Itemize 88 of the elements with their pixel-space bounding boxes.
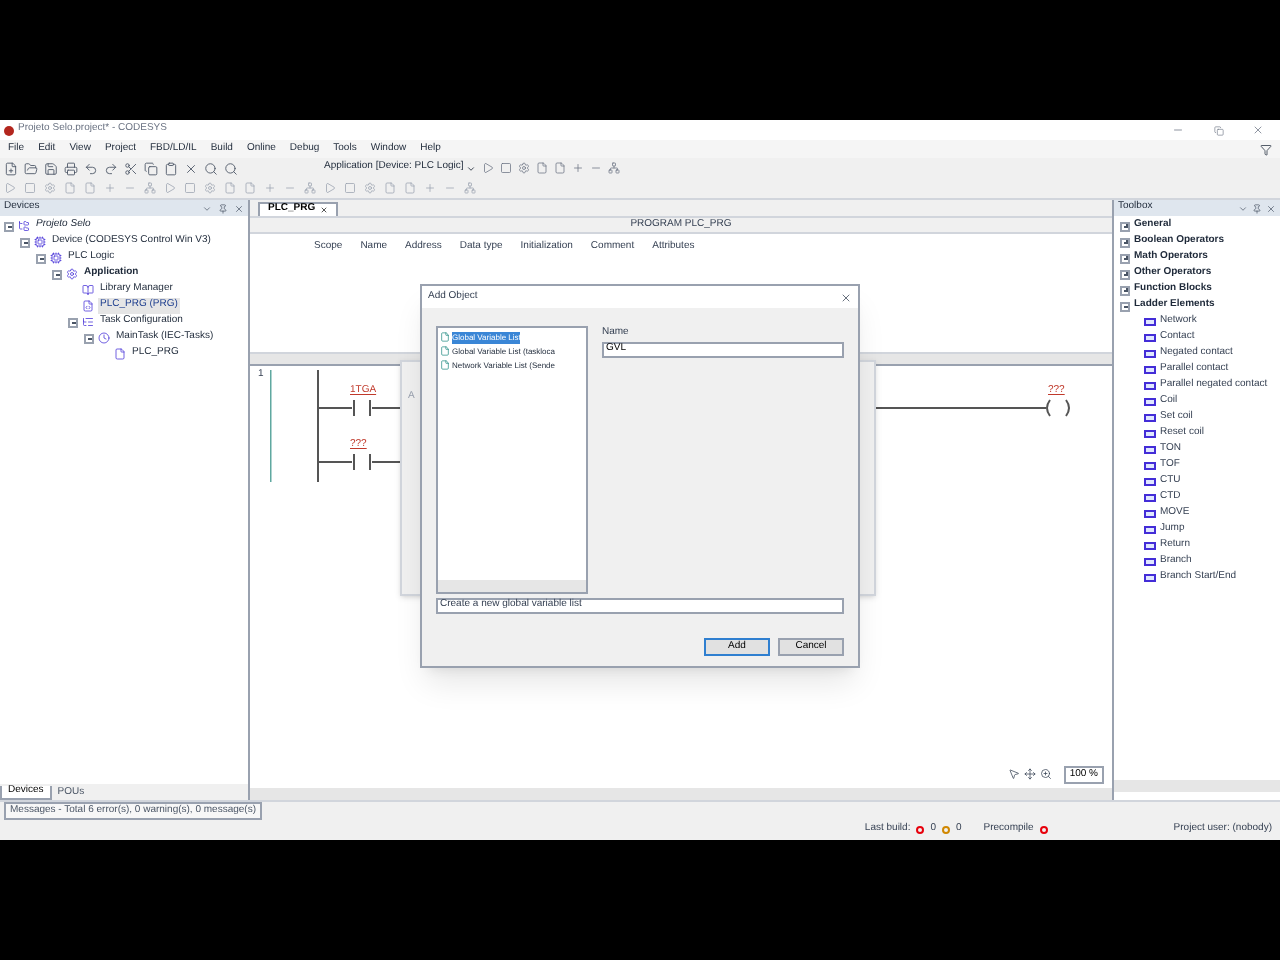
app-icon (4, 125, 14, 135)
copy-icon (144, 161, 158, 175)
gear-icon (44, 182, 56, 194)
file-icon (224, 182, 236, 194)
gear-icon (517, 162, 530, 174)
gear-icon (66, 268, 78, 280)
play-icon (481, 162, 494, 174)
close-icon (1252, 124, 1264, 136)
minimize-icon (1172, 124, 1184, 136)
expand-icon[interactable] (1120, 237, 1130, 247)
collapse-icon[interactable] (36, 253, 46, 263)
dropdown-icon (202, 203, 212, 213)
file-icon (384, 182, 396, 194)
file-icon (84, 182, 96, 194)
network-icon (464, 182, 476, 194)
zoom-icon (1039, 768, 1052, 781)
list-tree-icon (82, 316, 94, 328)
file-icon (404, 182, 416, 194)
plus-icon (571, 162, 584, 174)
collapse-icon[interactable] (1120, 301, 1130, 311)
file-icon (244, 182, 256, 194)
file-icon (64, 182, 76, 194)
pin-icon (218, 203, 228, 213)
move-icon (1023, 768, 1036, 781)
dropdown-icon (1238, 203, 1248, 213)
play-icon (4, 182, 16, 194)
caret-icon (465, 163, 476, 173)
minus-icon (124, 182, 136, 194)
folder-icon (24, 161, 38, 175)
error-icon (916, 826, 925, 834)
minus-icon (444, 182, 456, 194)
network-icon (607, 162, 620, 174)
minus-icon (284, 182, 296, 194)
delete-icon (184, 161, 198, 175)
network-icon (144, 182, 156, 194)
new-file-icon (4, 161, 18, 175)
scissors-icon (124, 161, 138, 175)
clipboard-icon (164, 161, 178, 175)
undo-icon (84, 161, 98, 175)
expand-icon[interactable] (1120, 253, 1130, 263)
filter-icon (1260, 143, 1272, 155)
file-icon (553, 162, 566, 174)
folder-tree-icon (18, 220, 30, 232)
pointer-icon (1007, 768, 1020, 781)
warning-icon (942, 826, 950, 834)
list-icon (440, 346, 450, 356)
plus-icon (264, 182, 276, 194)
collapse-icon[interactable] (52, 269, 62, 279)
stop-icon (499, 162, 512, 174)
collapse-icon[interactable] (68, 317, 78, 327)
stop-icon (344, 182, 356, 194)
save-icon (44, 161, 58, 175)
pin-icon (1252, 203, 1262, 213)
error-icon (1039, 826, 1048, 834)
printer-icon (64, 161, 78, 175)
collapse-icon[interactable] (84, 333, 94, 343)
horizontal-scrollbar[interactable] (438, 580, 586, 592)
expand-icon[interactable] (1120, 285, 1130, 295)
search-icon (204, 161, 218, 175)
code-file-icon (82, 300, 94, 312)
gear-icon (364, 182, 376, 194)
gear-icon (204, 182, 216, 194)
list-icon (440, 360, 450, 370)
play-icon (324, 182, 336, 194)
chip-icon (34, 236, 46, 248)
stop-icon (184, 182, 196, 194)
minus-icon (589, 162, 602, 174)
book-icon (82, 284, 94, 296)
redo-icon (104, 161, 118, 175)
collapse-icon[interactable] (20, 237, 30, 247)
plus-icon (424, 182, 436, 194)
expand-icon[interactable] (1120, 269, 1130, 279)
close-icon (840, 291, 852, 303)
clock-icon (98, 332, 110, 344)
network-icon (304, 182, 316, 194)
list-icon (440, 332, 450, 342)
collapse-icon[interactable] (4, 221, 14, 231)
play-icon (164, 182, 176, 194)
file-icon (535, 162, 548, 174)
chip-icon (50, 252, 62, 264)
stop-icon (24, 182, 36, 194)
file-icon (114, 348, 126, 360)
plus-icon (104, 182, 116, 194)
expand-icon[interactable] (1120, 221, 1130, 231)
horizontal-scrollbar[interactable] (250, 788, 1112, 800)
search-icon (224, 161, 238, 175)
restore-icon (1213, 125, 1223, 135)
horizontal-scrollbar[interactable] (1114, 780, 1280, 792)
